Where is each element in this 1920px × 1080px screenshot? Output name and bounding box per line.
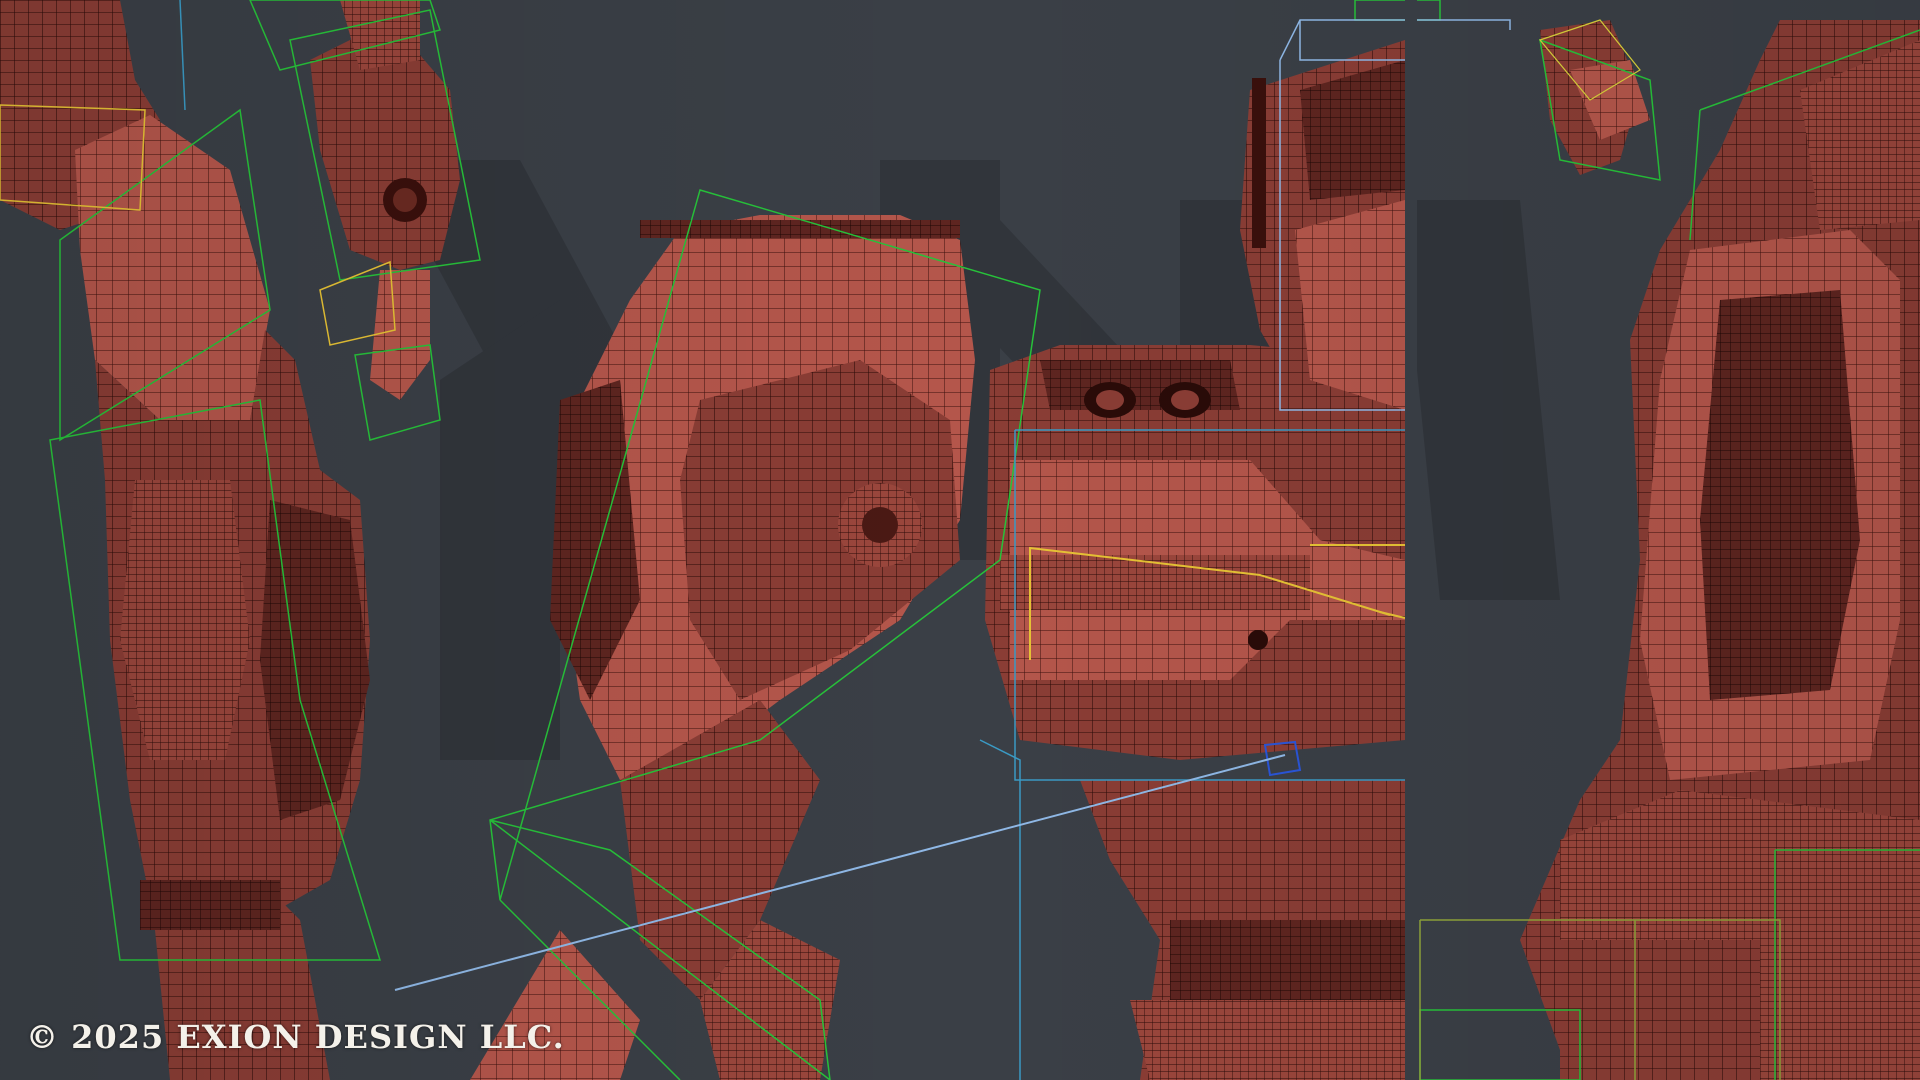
wireframe-render [0, 0, 1920, 1080]
copyright-watermark: © 2025 EXION DESIGN LLC. [26, 1018, 565, 1056]
viewport[interactable]: © 2025 EXION DESIGN LLC. [0, 0, 1920, 1080]
